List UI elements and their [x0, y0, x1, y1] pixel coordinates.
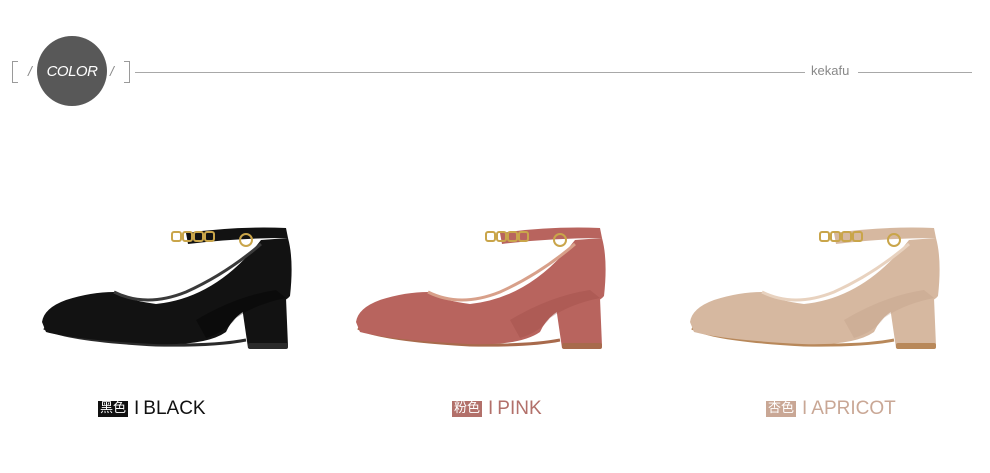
color-label-black: 黑色 I BLACK — [98, 398, 206, 420]
brand-name: kekafu — [811, 63, 850, 78]
divider-line — [135, 72, 805, 73]
chain-link — [819, 231, 830, 242]
product-image-black — [36, 200, 306, 360]
color-badge: COLOR — [37, 36, 107, 106]
color-name: PINK — [497, 398, 542, 419]
pump-shoe-icon — [42, 227, 292, 349]
color-label-apricot: 杏色 I APRICOT — [766, 398, 896, 420]
label-separator: I — [134, 398, 140, 419]
left-bracket — [12, 61, 18, 83]
chain-link — [171, 231, 182, 242]
color-tag: 杏色 — [766, 401, 797, 417]
section-header: / COLOR / kekafu — [0, 0, 990, 130]
heel-tip — [248, 343, 288, 349]
heel-tip — [896, 343, 936, 349]
left-slash: / — [28, 63, 32, 79]
product-image-apricot — [684, 200, 954, 360]
color-tag: 粉色 — [452, 401, 483, 417]
pump-shoe-icon — [690, 227, 940, 349]
chain-link — [485, 231, 496, 242]
color-tag: 黑色 — [98, 401, 129, 417]
label-separator: I — [802, 398, 808, 419]
color-label-pink: 粉色 I PINK — [452, 398, 542, 420]
heel-tip — [562, 343, 602, 349]
color-name: BLACK — [143, 398, 206, 419]
right-slash: / — [110, 63, 114, 79]
product-image-pink — [350, 200, 620, 360]
label-separator: I — [488, 398, 494, 419]
divider-line-end — [858, 72, 972, 73]
color-name: APRICOT — [811, 398, 896, 419]
color-badge-label: COLOR — [46, 62, 98, 80]
pump-shoe-icon — [356, 227, 606, 349]
right-bracket — [124, 61, 130, 83]
